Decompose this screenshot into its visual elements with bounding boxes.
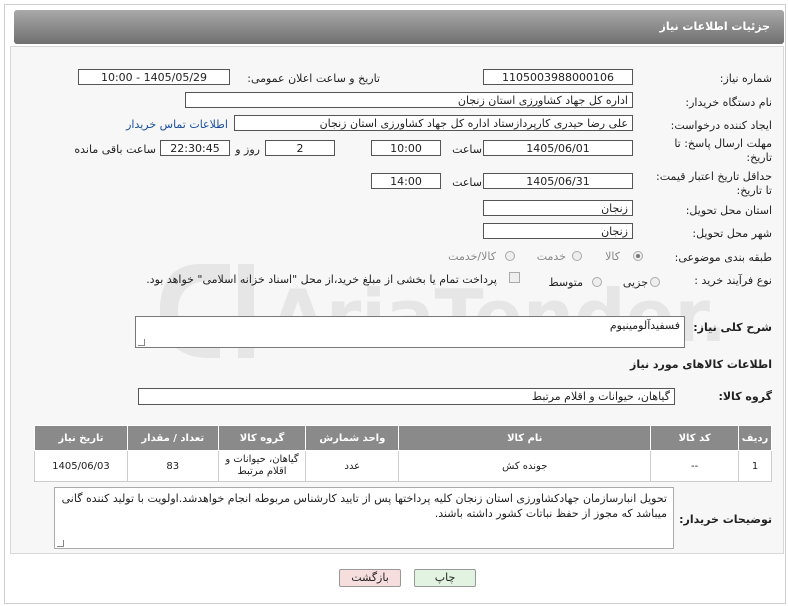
buyer-org-label: نام دستگاه خریدار:: [685, 96, 772, 109]
process-radio-medium[interactable]: [592, 277, 602, 287]
category-label: طبقه بندی موضوعی:: [674, 251, 772, 264]
goods-info-title: اطلاعات کالاهای مورد نیاز: [630, 358, 772, 371]
process-radio-minor[interactable]: [650, 277, 660, 287]
category-radio-goods-service[interactable]: [505, 251, 515, 261]
print-button[interactable]: چاپ: [414, 569, 476, 587]
cell-goods-group: گیاهان، حیوانات و اقلام مرتبط: [217, 450, 307, 482]
days-label: روز و: [235, 143, 260, 156]
days-field: 2: [265, 140, 335, 156]
resize-grip-icon[interactable]: [138, 339, 145, 346]
remaining-label: ساعت باقی مانده: [74, 143, 156, 156]
category-radio-goods[interactable]: [633, 251, 643, 261]
description-text: فسفیدآلومینیوم: [609, 319, 680, 332]
cell-need-date: 1405/06/03: [34, 450, 128, 482]
description-label: شرح کلی نیاز:: [693, 321, 772, 334]
notes-resize-grip-icon[interactable]: [57, 540, 64, 547]
reply-deadline-label: مهلت ارسال پاسخ: تا: [674, 137, 772, 150]
category-option-goods: کالا: [605, 250, 620, 263]
table-row[interactable]: 1 -- جونده کش عدد گیاهان، حیوانات و اقلا…: [34, 450, 772, 482]
price-time-label: ساعت: [452, 176, 482, 189]
creator-field: علی رضا حیدری کارپرداز‌ستاد اداره کل جها…: [234, 115, 633, 131]
description-field: فسفیدآلومینیوم: [135, 316, 685, 348]
price-validity-label-2: تا تاریخ:: [736, 184, 772, 197]
buyer-notes-field: تحویل انبارسازمان جهادکشاورزی استان زنجا…: [54, 487, 674, 549]
reply-deadline-label-2: تاریخ:: [746, 151, 772, 164]
page-title: جزئیات اطلاعات نیاز: [659, 20, 771, 33]
process-label: نوع فرآیند خرید :: [694, 274, 772, 287]
table-header-row: ردیف کد کالا نام کالا واحد شمارش گروه کا…: [34, 425, 772, 451]
cell-row-number: 1: [738, 450, 772, 482]
back-button[interactable]: بازگشت: [339, 569, 401, 587]
category-radio-service[interactable]: [572, 251, 582, 261]
announce-label: تاریخ و ساعت اعلان عمومی:: [247, 72, 380, 85]
col-row-number: ردیف: [738, 425, 772, 451]
reply-time-field: 10:00: [371, 140, 441, 156]
cell-unit: عدد: [305, 450, 400, 482]
treasury-payment-checkbox[interactable]: [509, 272, 520, 283]
province-label: استان محل تحویل:: [685, 204, 772, 217]
price-time-field: 14:00: [371, 173, 441, 189]
reply-date-field: 1405/06/01: [483, 140, 633, 156]
buyer-contact-link[interactable]: اطلاعات تماس خریدار: [126, 118, 228, 131]
cell-quantity: 83: [126, 450, 219, 482]
need-number-field: 1105003988000106: [483, 69, 633, 85]
city-field: زنجان: [483, 223, 633, 239]
col-unit: واحد شمارش: [305, 425, 400, 451]
announce-field: 1405/05/29 - 10:00: [78, 69, 230, 85]
cell-goods-name: جونده کش: [398, 450, 652, 482]
creator-label: ایجاد کننده درخواست:: [670, 119, 772, 132]
goods-table: ردیف کد کالا نام کالا واحد شمارش گروه کا…: [34, 425, 772, 482]
title-bar: جزئیات اطلاعات نیاز: [14, 10, 784, 44]
col-need-date: تاریخ نیاز: [34, 425, 128, 451]
remaining-time-field: 22:30:45: [160, 140, 230, 156]
col-goods-name: نام کالا: [398, 425, 652, 451]
city-label: شهر محل تحویل:: [692, 227, 772, 240]
price-date-field: 1405/06/31: [483, 173, 633, 189]
province-field: زنجان: [483, 200, 633, 216]
cell-goods-code: --: [650, 450, 740, 482]
category-option-service: خدمت: [536, 250, 566, 263]
goods-group-label: گروه کالا:: [718, 390, 772, 403]
process-option-minor: جزیی: [622, 276, 648, 289]
category-option-goods-service: کالا/خدمت: [448, 250, 496, 263]
buyer-org-field: اداره کل جهاد کشاورزی استان زنجان: [185, 92, 633, 108]
price-validity-label: حداقل تاریخ اعتبار قیمت:: [656, 170, 772, 183]
need-number-label: شماره نیاز:: [719, 72, 772, 85]
goods-group-field: گیاهان، حیوانات و اقلام مرتبط: [138, 388, 675, 405]
process-option-medium: متوسط: [548, 276, 583, 289]
buyer-notes-label: توضیحات خریدار:: [679, 513, 772, 526]
treasury-payment-note: پرداخت تمام یا بخشی از مبلغ خرید،از محل …: [146, 273, 497, 286]
reply-time-label: ساعت: [452, 143, 482, 156]
col-goods-group: گروه کالا: [217, 425, 307, 451]
col-goods-code: کد کالا: [650, 425, 740, 451]
col-quantity: تعداد / مقدار: [126, 425, 219, 451]
